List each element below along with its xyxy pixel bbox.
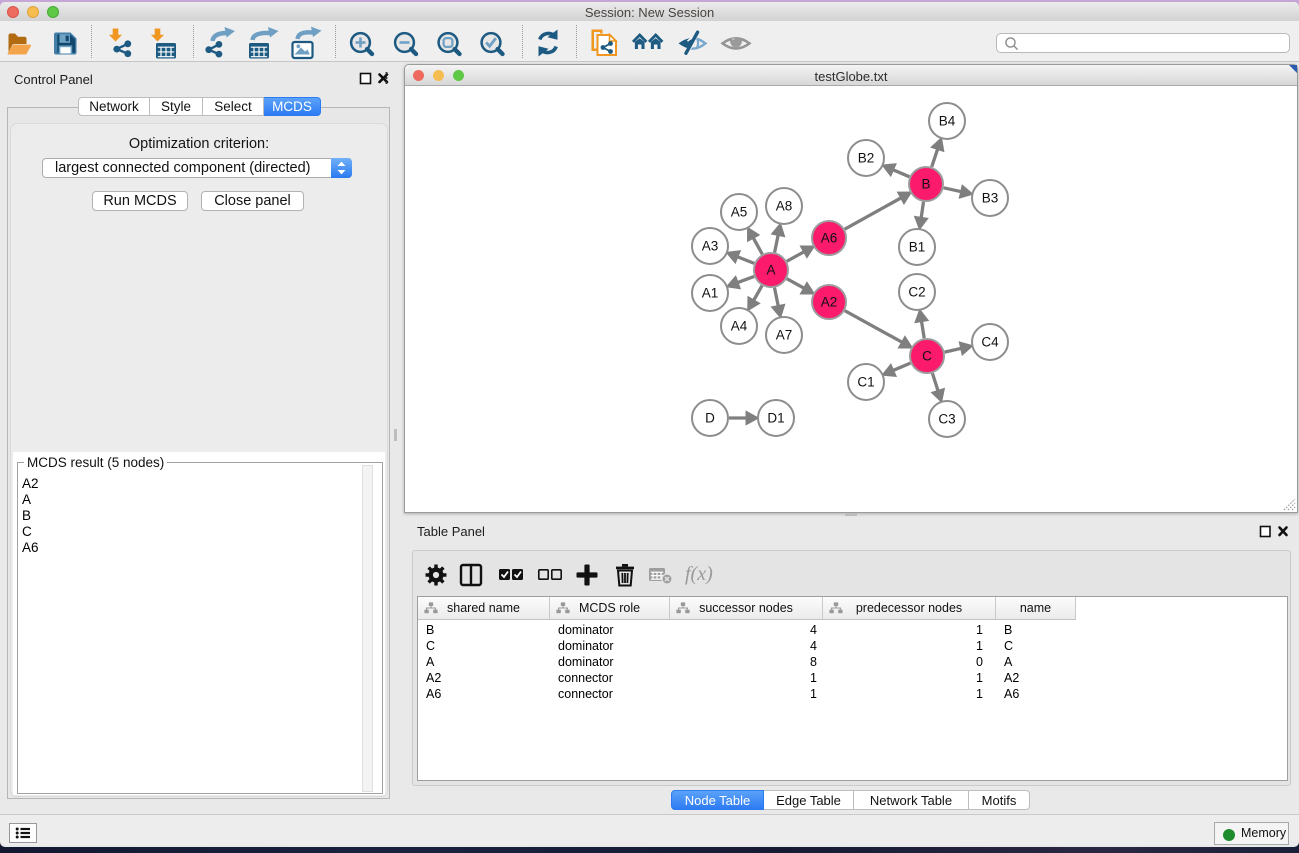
- svg-text:A3: A3: [702, 239, 719, 254]
- svg-text:C1: C1: [857, 375, 874, 390]
- svg-text:A2: A2: [821, 295, 838, 310]
- svg-text:B: B: [921, 177, 930, 192]
- svg-text:C4: C4: [981, 335, 999, 350]
- svg-text:C: C: [922, 349, 932, 364]
- svg-text:A1: A1: [702, 286, 719, 301]
- svg-text:A8: A8: [776, 199, 793, 214]
- svg-text:A: A: [766, 263, 775, 278]
- svg-text:B3: B3: [982, 191, 999, 206]
- svg-text:C2: C2: [908, 285, 925, 300]
- svg-text:A7: A7: [776, 328, 793, 343]
- svg-text:B1: B1: [909, 240, 926, 255]
- svg-text:D1: D1: [767, 411, 784, 426]
- svg-text:D: D: [705, 411, 715, 426]
- svg-text:B4: B4: [939, 114, 956, 129]
- svg-text:B2: B2: [858, 151, 875, 166]
- svg-text:C3: C3: [938, 412, 955, 427]
- svg-text:A6: A6: [821, 231, 838, 246]
- svg-text:A4: A4: [731, 319, 748, 334]
- svg-text:A5: A5: [731, 205, 748, 220]
